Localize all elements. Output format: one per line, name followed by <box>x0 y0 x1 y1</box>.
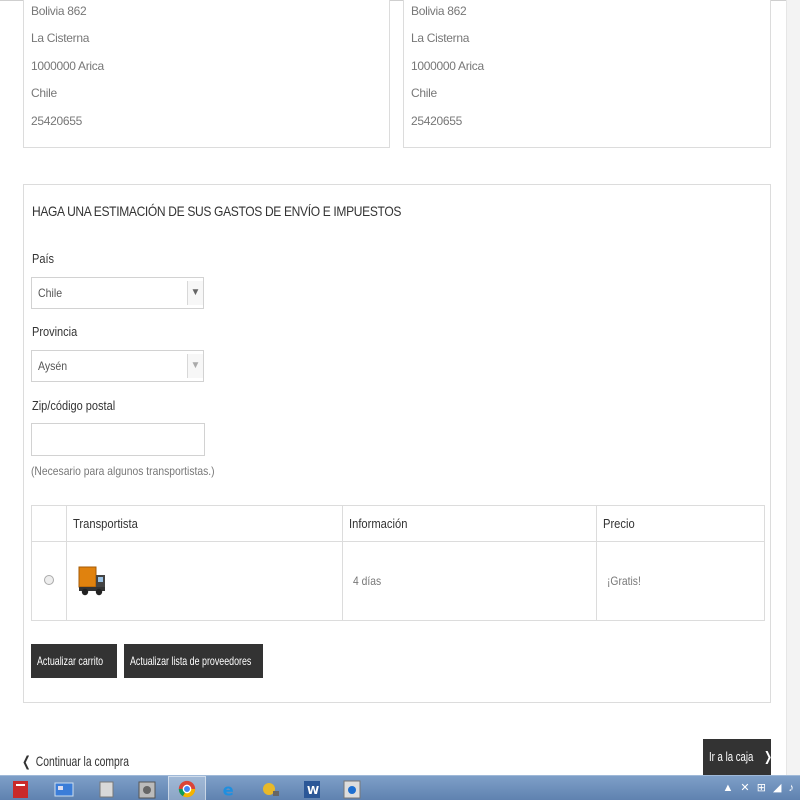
svg-text:e: e <box>223 780 234 799</box>
province-select[interactable]: Aysén ▼ <box>31 350 204 382</box>
continue-shopping-link[interactable]: ❮ Continuar la compra <box>22 753 164 770</box>
taskbar: e W ▲ ✕ ⊞ ◢ ♪ <box>0 775 800 800</box>
country-select[interactable]: Chile ▼ <box>31 277 204 309</box>
pdf-app-icon[interactable] <box>2 776 40 800</box>
carrier-column-header: Transportista <box>66 505 343 542</box>
media-icon[interactable] <box>333 776 371 800</box>
info-column-header: Información <box>342 505 597 542</box>
province-value: Aysén <box>38 359 68 373</box>
carrier-logo-cell <box>66 541 343 621</box>
dropdown-arrow-icon[interactable]: ▼ <box>187 281 203 305</box>
update-cart-button[interactable]: Actualizar carrito ❯ <box>31 644 124 678</box>
address-line: Chile <box>31 86 57 100</box>
zip-label: Zip/código postal <box>32 399 116 413</box>
address-line: Chile <box>411 86 437 100</box>
carrier-info-cell: 4 días <box>342 541 597 621</box>
scrollbar[interactable] <box>786 0 800 775</box>
country-label: País <box>32 252 55 266</box>
svg-text:W: W <box>307 784 319 797</box>
select-column-header <box>31 505 67 542</box>
address-line: La Cisterna <box>31 31 90 45</box>
word-icon[interactable]: W <box>293 776 331 800</box>
carrier-price-cell: ¡Gratis! <box>596 541 765 621</box>
panel-title: Haga una estimación de sus gastos de env… <box>32 203 402 219</box>
checkout-button[interactable]: Ir a la caja ❯ <box>703 739 772 775</box>
chrome-icon[interactable] <box>168 776 206 800</box>
shipping-estimate-panel: Haga una estimación de sus gastos de env… <box>23 184 771 703</box>
tools-icon[interactable] <box>252 776 290 800</box>
zip-hint: (Necesario para algunos transportistas.) <box>31 464 215 478</box>
explorer-icon[interactable] <box>45 776 83 800</box>
province-label: Provincia <box>32 325 78 339</box>
chevron-left-icon: ❮ <box>22 753 31 769</box>
chevron-right-icon: ❯ <box>763 749 772 764</box>
address-box-invoice: Bolivia 862 La Cisterna 1000000 Arica Ch… <box>403 0 771 148</box>
truck-icon <box>78 566 105 595</box>
carrier-radio[interactable] <box>44 575 54 585</box>
update-providers-button[interactable]: Actualizar lista de proveedores ❯ <box>124 644 281 678</box>
address-line: 1000000 Arica <box>31 59 104 73</box>
address-line: La Cisterna <box>411 31 470 45</box>
internet-explorer-icon[interactable]: e <box>210 776 248 800</box>
zip-input[interactable] <box>31 423 205 456</box>
address-line: Bolivia 862 <box>31 4 87 18</box>
price-column-header: Precio <box>596 505 765 542</box>
address-line: 1000000 Arica <box>411 59 484 73</box>
system-tray[interactable]: ▲ ✕ ⊞ ◢ ♪ <box>722 781 796 794</box>
archive-icon[interactable] <box>128 776 166 800</box>
carrier-table: Transportista Información Precio 4 días … <box>31 505 765 621</box>
address-line: 25420655 <box>411 114 462 128</box>
carrier-radio-cell[interactable] <box>31 541 67 621</box>
address-line: 25420655 <box>31 114 82 128</box>
address-box-delivery: Bolivia 862 La Cisterna 1000000 Arica Ch… <box>23 0 390 148</box>
files-icon[interactable] <box>88 776 126 800</box>
table-row[interactable]: 4 días ¡Gratis! <box>31 541 765 621</box>
address-line: Bolivia 862 <box>411 4 467 18</box>
carrier-table-header: Transportista Información Precio <box>31 505 765 542</box>
country-value: Chile <box>38 286 63 300</box>
dropdown-arrow-icon[interactable]: ▼ <box>187 354 203 378</box>
chevron-right-icon: ❯ <box>273 654 282 668</box>
